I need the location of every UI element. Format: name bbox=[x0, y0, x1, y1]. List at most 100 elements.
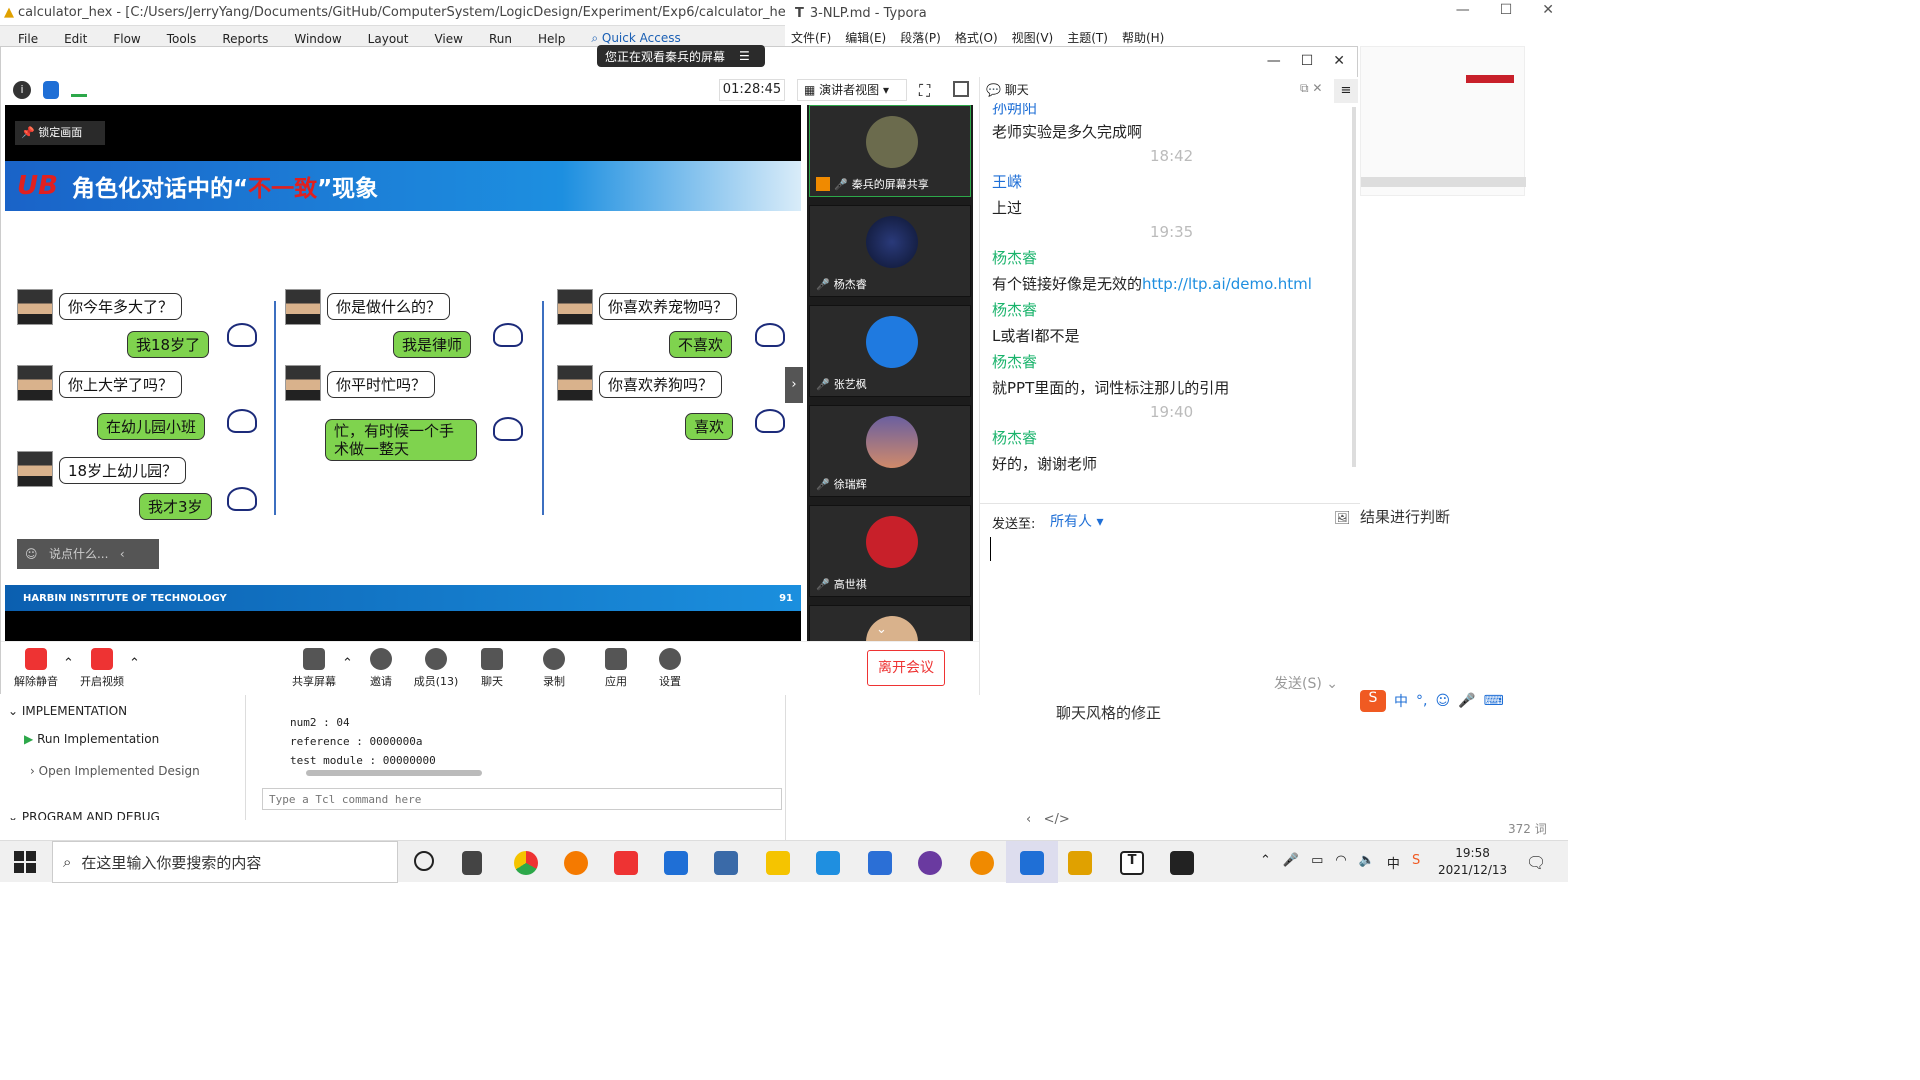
apps-button[interactable]: 应用 bbox=[589, 648, 643, 689]
lock-screen-button[interactable]: 📌 锁定画面 bbox=[15, 121, 105, 145]
run-implementation[interactable]: ▶ Run Implementation bbox=[24, 732, 159, 746]
tcl-command-input[interactable] bbox=[262, 788, 782, 810]
menu-reports[interactable]: Reports bbox=[222, 32, 268, 46]
menu-layout[interactable]: Layout bbox=[368, 32, 409, 46]
minimize-icon[interactable]: — bbox=[1456, 2, 1470, 18]
vscode-icon[interactable] bbox=[816, 851, 840, 875]
typora-menu-format[interactable]: 格式(O) bbox=[955, 29, 998, 46]
vivado-icon[interactable] bbox=[1068, 851, 1092, 875]
minimize-icon[interactable]: — bbox=[1267, 53, 1281, 69]
mail-icon[interactable] bbox=[664, 851, 688, 875]
chevron-down-icon[interactable]: ⌄ bbox=[876, 622, 887, 637]
chat-input[interactable] bbox=[990, 537, 1350, 669]
taskbar-search[interactable]: ⌕ 在这里输入你要搜索的内容 bbox=[52, 841, 398, 883]
participant-tile[interactable]: ⌄ bbox=[809, 605, 971, 641]
menu-window[interactable]: Window bbox=[294, 32, 341, 46]
close-icon[interactable]: ✕ bbox=[1542, 2, 1554, 18]
chevron-up-icon[interactable]: ⌃ bbox=[129, 656, 140, 671]
info-icon[interactable]: i bbox=[13, 81, 31, 99]
expand-handle[interactable]: › bbox=[785, 367, 803, 403]
program-debug-section[interactable]: ⌄ PROGRAM AND DEBUG bbox=[8, 810, 160, 820]
menu-flow[interactable]: Flow bbox=[113, 32, 140, 46]
file-explorer-icon[interactable] bbox=[766, 851, 790, 875]
share-screen-button[interactable]: 共享屏幕 bbox=[287, 648, 341, 689]
menu-tools[interactable]: Tools bbox=[167, 32, 197, 46]
send-button[interactable]: 发送(S) ⌄ bbox=[1274, 673, 1338, 693]
chat-button[interactable]: 聊天 bbox=[465, 648, 519, 689]
tencent-meeting-taskbar[interactable] bbox=[1006, 841, 1058, 883]
system-tray[interactable]: ⌃ 🎤 ▭ ◠ 🔈 中 S bbox=[1260, 853, 1420, 872]
ime-lang[interactable]: 中 bbox=[1394, 691, 1408, 711]
typora-icon[interactable]: T bbox=[1120, 851, 1144, 875]
search-tool-icon[interactable] bbox=[970, 851, 994, 875]
image-icon[interactable]: 🖼 bbox=[1334, 511, 1351, 526]
menu-edit[interactable]: Edit bbox=[64, 32, 87, 46]
popout-icon[interactable]: ⧉ ✕ bbox=[1300, 81, 1322, 96]
close-icon[interactable]: ✕ bbox=[1333, 53, 1345, 69]
chevron-up-icon[interactable]: ⌃ bbox=[342, 656, 353, 671]
chat-scrollbar[interactable] bbox=[1352, 107, 1356, 467]
participant-tile[interactable]: 🎤 徐瑞辉 bbox=[809, 405, 971, 497]
console-line: reference : 0000000a bbox=[290, 735, 423, 748]
settings-button[interactable]: 设置 bbox=[643, 648, 697, 689]
sidebar-toggle-icon[interactable] bbox=[953, 81, 969, 97]
chevron-up-icon[interactable]: ⌃ bbox=[63, 656, 74, 671]
members-button[interactable]: 成员(13) bbox=[409, 648, 463, 689]
comment-input[interactable]: ☺ 说点什么... ‹ bbox=[17, 539, 159, 569]
gmail-icon[interactable] bbox=[614, 851, 638, 875]
task-view-icon[interactable] bbox=[462, 851, 482, 875]
participant-tile[interactable]: 🎤 高世祺 bbox=[809, 505, 971, 597]
slide-header: UB 角色化对话中的“不一致”现象 bbox=[5, 161, 801, 211]
signal-icon[interactable] bbox=[71, 83, 87, 97]
cortana-icon[interactable] bbox=[414, 851, 434, 871]
typora-menu-edit[interactable]: 编辑(E) bbox=[845, 29, 886, 46]
virtualbox-icon[interactable] bbox=[714, 851, 738, 875]
typora-menu-file[interactable]: 文件(F) bbox=[791, 29, 831, 46]
open-implemented-design[interactable]: › Open Implemented Design bbox=[30, 764, 200, 778]
github-icon[interactable] bbox=[918, 851, 942, 875]
start-video-button[interactable]: 开启视频 bbox=[75, 648, 129, 689]
menu-icon[interactable]: ≡ bbox=[1334, 79, 1358, 103]
quick-access-search[interactable]: ⌕ Quick Access bbox=[591, 31, 680, 46]
clock[interactable]: 19:58 2021/12/13 bbox=[1438, 845, 1507, 879]
typora-window-title: 3-NLP.md - Typora bbox=[809, 5, 927, 21]
chat-messages: 孙朔阳 老师实验是多久完成啊 18:42 王嵘 上过 19:35 杨杰睿 有个链… bbox=[980, 103, 1352, 499]
typora-menu-view[interactable]: 视图(V) bbox=[1012, 29, 1054, 46]
participant-tile[interactable]: 🎤 杨杰睿 bbox=[809, 205, 971, 297]
menu-view[interactable]: View bbox=[434, 32, 462, 46]
ime-toolbar[interactable]: S 中 °, ☺ 🎤 ⌨ bbox=[1360, 688, 1568, 714]
word-icon[interactable] bbox=[868, 851, 892, 875]
add-user-icon bbox=[370, 648, 392, 670]
typora-menu-theme[interactable]: 主题(T) bbox=[1067, 29, 1108, 46]
impl-section[interactable]: ⌄ IMPLEMENTATION bbox=[8, 704, 127, 718]
maximize-icon[interactable]: ☐ bbox=[1301, 53, 1314, 69]
participant-tile[interactable]: 🎤 张艺枫 bbox=[809, 305, 971, 397]
windows-start-icon[interactable] bbox=[14, 851, 36, 873]
dialog-question: 你喜欢养宠物吗？ bbox=[599, 293, 738, 320]
shield-icon[interactable] bbox=[43, 81, 59, 99]
viewing-banner[interactable]: 您正在观看秦兵的屏幕 ☰ bbox=[597, 45, 765, 67]
firefox-icon[interactable] bbox=[564, 851, 588, 875]
menu-help[interactable]: Help bbox=[538, 32, 565, 46]
view-mode-select[interactable]: ▦ 演讲者视图 ▾ bbox=[797, 79, 907, 101]
video-off-icon bbox=[91, 648, 113, 670]
chat-link[interactable]: http://ltp.ai/demo.html bbox=[1142, 275, 1312, 293]
leave-meeting-button[interactable]: 离开会议 bbox=[867, 650, 945, 686]
chat-time: 19:35 bbox=[1150, 223, 1194, 241]
send-to-select[interactable]: 所有人 ▾ bbox=[1050, 511, 1103, 531]
terminal-icon[interactable] bbox=[1170, 851, 1194, 875]
participant-tile[interactable]: 🎤 秦兵的屏幕共享 bbox=[809, 105, 971, 197]
chrome-icon[interactable] bbox=[514, 851, 538, 875]
notification-icon[interactable]: 🗨 bbox=[1526, 853, 1546, 872]
unmute-button[interactable]: 解除静音 bbox=[9, 648, 63, 689]
horizontal-scrollbar[interactable] bbox=[306, 770, 482, 776]
menu-run[interactable]: Run bbox=[489, 32, 512, 46]
typora-footer-nav[interactable]: ‹ </> bbox=[1026, 812, 1070, 827]
fullscreen-icon[interactable]: ⛶ bbox=[919, 81, 930, 101]
menu-file[interactable]: File bbox=[18, 32, 38, 46]
maximize-icon[interactable]: ☐ bbox=[1500, 2, 1513, 18]
record-button[interactable]: 录制 bbox=[527, 648, 581, 689]
invite-button[interactable]: 邀请 bbox=[354, 648, 408, 689]
typora-menu-help[interactable]: 帮助(H) bbox=[1122, 29, 1164, 46]
typora-menu-paragraph[interactable]: 段落(P) bbox=[900, 29, 941, 46]
